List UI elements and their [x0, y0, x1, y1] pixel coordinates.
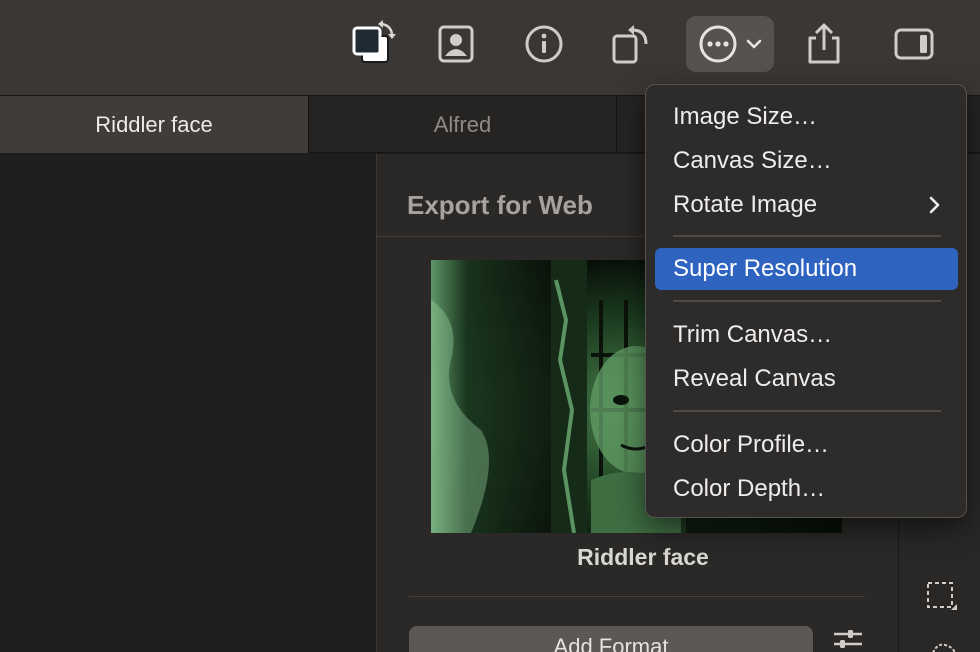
sidebar-icon: [894, 28, 934, 60]
portrait-button[interactable]: [430, 16, 482, 72]
menu-separator: [673, 235, 941, 237]
lasso-tool-button[interactable]: [929, 640, 959, 652]
menu-separator: [673, 300, 941, 302]
tab-label: Alfred: [433, 111, 492, 137]
app-window: Riddler face Alfred Export for Web Riddl…: [0, 0, 980, 652]
menu-item-trim-canvas[interactable]: Trim Canvas…: [655, 314, 958, 356]
menu-item-reveal-canvas[interactable]: Reveal Canvas: [655, 358, 958, 400]
swap-colors-icon: [352, 20, 396, 63]
menu-item-label: Color Depth…: [673, 475, 826, 502]
menu-item-label: Rotate Image: [673, 191, 818, 218]
divider: [409, 596, 865, 597]
add-format-label: Add Format: [553, 634, 669, 652]
panel-title: Export for Web: [407, 190, 593, 220]
info-icon: [525, 25, 563, 63]
rotate-button[interactable]: [604, 16, 656, 72]
lasso-icon: [932, 643, 956, 652]
share-icon: [808, 23, 840, 64]
canvas-area[interactable]: [0, 154, 376, 652]
toolbar: [0, 0, 980, 96]
menu-item-label: Image Size…: [673, 103, 818, 130]
more-dropdown-menu: Image Size… Canvas Size… Rotate Image Su…: [645, 84, 967, 518]
menu-item-image-size[interactable]: Image Size…: [655, 96, 958, 138]
share-button[interactable]: [798, 16, 850, 72]
tab-riddler-face[interactable]: Riddler face: [0, 96, 309, 153]
menu-item-color-profile[interactable]: Color Profile…: [655, 424, 958, 466]
menu-item-rotate-image[interactable]: Rotate Image: [655, 184, 958, 226]
menu-separator: [673, 410, 941, 412]
swap-colors-button[interactable]: [340, 16, 404, 72]
menu-item-color-depth[interactable]: Color Depth…: [655, 468, 958, 510]
sliders-icon: [834, 630, 862, 648]
rotate-icon: [612, 25, 648, 64]
portrait-icon: [438, 25, 474, 63]
menu-item-label: Super Resolution: [673, 255, 858, 282]
more-icon: [699, 25, 737, 63]
menu-item-canvas-size[interactable]: Canvas Size…: [655, 140, 958, 182]
info-button[interactable]: [518, 16, 570, 72]
image-name: Riddler face: [577, 544, 709, 570]
marquee-selection-icon: [927, 582, 957, 610]
menu-item-label: Trim Canvas…: [673, 321, 833, 348]
add-format-button[interactable]: Add Format: [409, 626, 813, 652]
menu-item-label: Reveal Canvas: [673, 365, 836, 392]
tab-label: Riddler face: [95, 111, 213, 137]
more-menu-button[interactable]: [686, 16, 774, 72]
menu-item-super-resolution[interactable]: Super Resolution: [655, 248, 958, 290]
format-settings-button[interactable]: [832, 630, 864, 652]
menu-item-label: Color Profile…: [673, 431, 830, 458]
chevron-right-icon: [929, 196, 940, 214]
marquee-tool-button[interactable]: [925, 580, 959, 619]
chevron-down-icon: [746, 39, 762, 49]
sidebar-toggle-button[interactable]: [888, 16, 940, 72]
menu-item-label: Canvas Size…: [673, 147, 832, 174]
tab-alfred[interactable]: Alfred: [309, 96, 617, 153]
